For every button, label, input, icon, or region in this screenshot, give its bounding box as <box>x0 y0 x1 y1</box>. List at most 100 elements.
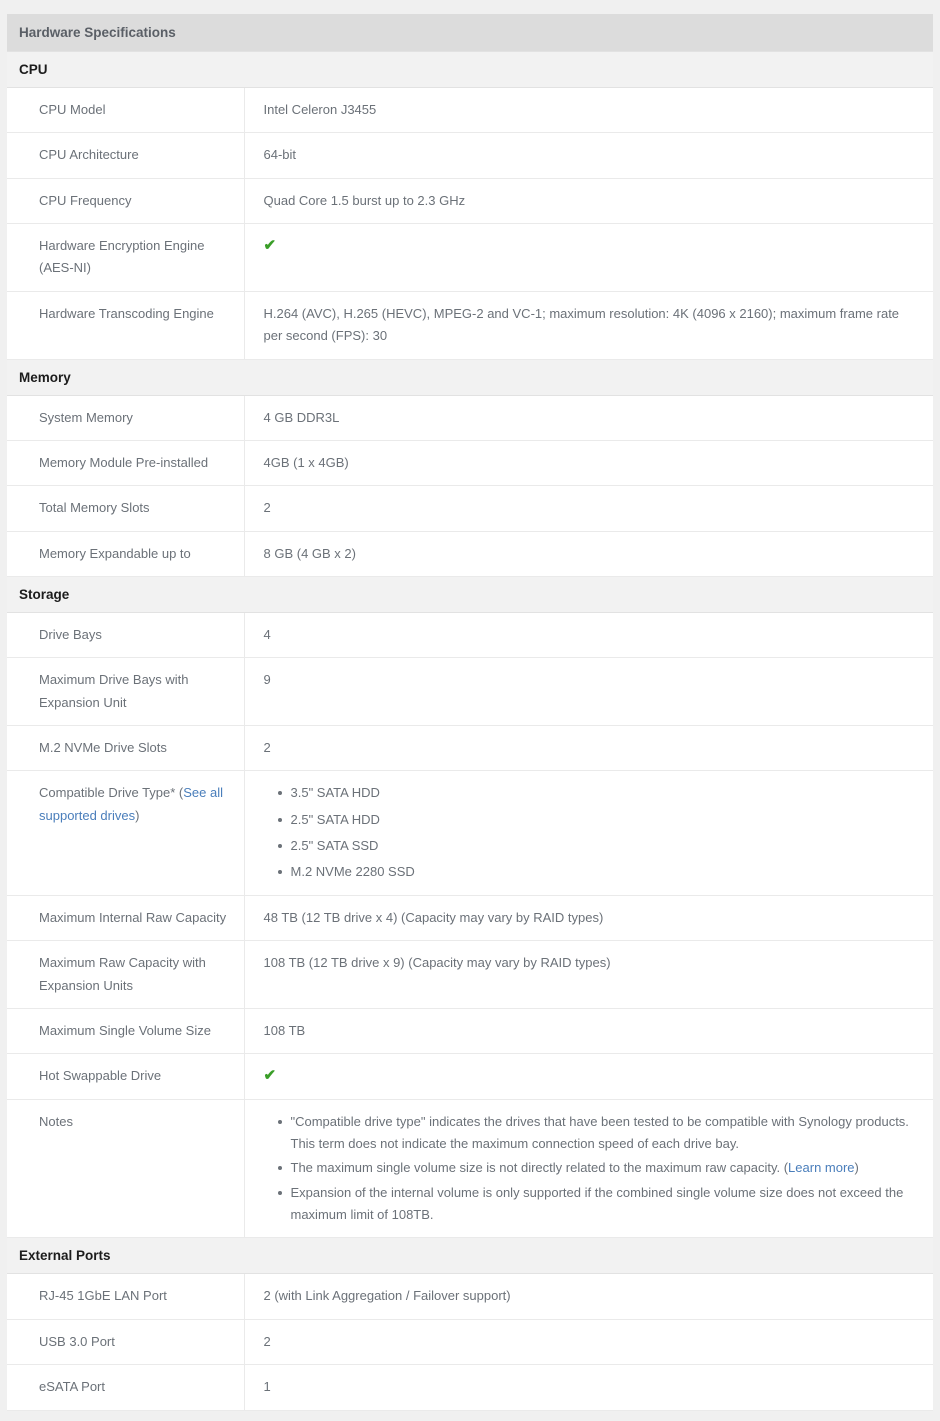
spec-value-cell: 4 <box>244 612 933 659</box>
spec-label: Compatible Drive Type* ( <box>39 785 184 801</box>
spec-value: 2 <box>263 500 271 516</box>
spec-label: CPU Model <box>39 102 106 117</box>
spec-label-cell: System Memory <box>7 395 245 441</box>
spec-value-cell: 108 TB (12 TB drive x 9) (Capacity may v… <box>244 940 933 1009</box>
spec-label-cell: Memory Module Pre-installed <box>7 440 245 487</box>
table-row: Hardware Transcoding Engine H.264 (AVC), … <box>7 291 933 360</box>
table-row: Maximum Single Volume Size 108 TB <box>7 1008 933 1055</box>
spec-label-cell: Compatible Drive Type* (See all supporte… <box>7 770 245 896</box>
spec-value: 108 TB <box>263 1022 306 1038</box>
notes-label: Notes <box>39 1113 73 1129</box>
spec-label: Maximum Raw Capacity with Expansion Unit… <box>39 955 206 993</box>
spec-value: 8 GB (4 GB x 2) <box>263 545 356 561</box>
spec-value-cell: 1 <box>244 1364 933 1411</box>
list-item: 3.5" SATA HDD <box>277 782 910 804</box>
table-row: System Memory 4 GB DDR3L <box>7 395 933 441</box>
spec-label: Maximum Internal Raw Capacity <box>39 909 227 925</box>
spec-label-cell: Memory Expandable up to <box>7 531 245 577</box>
spec-label-cell: eSATA Port <box>7 1364 245 1411</box>
spec-label-suffix: ) <box>135 807 140 823</box>
spec-label-cell: CPU Model <box>7 87 245 134</box>
spec-label: Maximum Single Volume Size <box>39 1022 211 1038</box>
spec-value-cell: 3.5" SATA HDD 2.5" SATA HDD 2.5" SATA SSD M… <box>244 770 933 896</box>
table-row: RJ-45 1GbE LAN Port 2 (with Link Aggregat… <box>7 1273 933 1320</box>
spec-value-cell: H.264 (AVC), H.265 (HEVC), MPEG-2 and VC… <box>244 291 933 360</box>
table-row: Maximum Drive Bays with Expansion Unit 9 <box>7 657 933 727</box>
spec-label: Memory Module Pre-installed <box>39 454 209 470</box>
check-icon: ✔ <box>263 237 277 255</box>
spec-label: CPU Frequency <box>39 192 132 208</box>
spec-value: 64-bit <box>263 147 297 163</box>
spec-value: 2 <box>263 740 271 756</box>
section-title: Memory <box>7 358 933 396</box>
check-icon: ✔ <box>263 1067 277 1085</box>
spec-label: RJ-45 1GbE LAN Port <box>39 1288 167 1304</box>
table-row: Compatible Drive Type* (See all supporte… <box>7 770 933 896</box>
list-item: 2.5" SATA SSD <box>277 835 910 857</box>
spec-label: Maximum Drive Bays with Expansion Unit <box>39 672 189 710</box>
learn-more-link[interactable]: Learn more <box>788 1160 854 1175</box>
note-text: "Compatible drive type" indicates the dr… <box>290 1113 909 1151</box>
spec-label: M.2 NVMe Drive Slots <box>39 740 167 756</box>
spec-value: 9 <box>263 672 271 688</box>
list-item: 2.5" SATA HDD <box>277 809 910 831</box>
spec-label-cell: Maximum Drive Bays with Expansion Unit <box>7 657 245 727</box>
table-row: CPU Frequency Quad Core 1.5 burst up to 2… <box>7 178 933 225</box>
section-header-row: CPU <box>7 51 933 88</box>
spec-label-cell: Hardware Transcoding Engine <box>7 291 245 360</box>
spec-label: Total Memory Slots <box>39 500 150 516</box>
spec-value-cell: 9 <box>244 657 933 727</box>
spec-value-cell: ✔ <box>244 1053 933 1100</box>
spec-value: 4GB (1 x 4GB) <box>263 454 349 470</box>
hardware-specifications-panel: Hardware Specifications CPU CPU Model Intel… <box>7 14 933 1411</box>
spec-value-cell: 4GB (1 x 4GB) <box>244 440 933 487</box>
spec-value-cell: Intel Celeron J3455 <box>244 87 933 134</box>
spec-value: H.264 (AVC), H.265 (HEVC), MPEG-2 and VC… <box>263 305 900 344</box>
section-header-row: External Ports <box>7 1237 933 1275</box>
spec-label: System Memory <box>39 409 133 425</box>
spec-value-cell: Quad Core 1.5 burst up to 2.3 GHz <box>244 178 933 225</box>
spec-value-cell: 2 <box>244 485 933 532</box>
spec-label-cell: Total Memory Slots <box>7 485 245 532</box>
spec-label: Hardware Transcoding Engine <box>39 305 214 321</box>
spec-label-cell: Hardware Encryption Engine (AES-NI) <box>7 223 245 292</box>
table-row: Hot Swappable Drive ✔ <box>7 1053 933 1100</box>
section-header-row: Memory <box>7 358 933 396</box>
spec-label-cell: CPU Architecture <box>7 132 245 179</box>
table-row: Hardware Encryption Engine (AES-NI) ✔ <box>7 223 933 292</box>
section-title: Storage <box>7 575 933 613</box>
notes-label-cell: Notes <box>7 1099 245 1239</box>
spec-value: 1 <box>263 1379 271 1395</box>
spec-value-cell: ✔ <box>244 223 933 292</box>
table-row: eSATA Port 1 <box>7 1364 933 1411</box>
note-item: Expansion of the internal volume is only… <box>277 1182 910 1227</box>
note-text: Expansion of the internal volume is only… <box>290 1184 904 1223</box>
spec-label: CPU Architecture <box>39 147 139 163</box>
spec-value-cell: 2 (with Link Aggregation / Failover supp… <box>244 1273 933 1320</box>
spec-value: Intel Celeron J3455 <box>263 102 377 117</box>
spec-label: Hardware Encryption Engine (AES-NI) <box>39 238 205 276</box>
spec-value-cell: 48 TB (12 TB drive x 4) (Capacity may va… <box>244 895 933 942</box>
spec-label: eSATA Port <box>39 1379 105 1395</box>
table-row: Memory Expandable up to 8 GB (4 GB x 2) <box>7 531 933 577</box>
spec-value-cell: 64-bit <box>244 132 933 179</box>
spec-value: 4 <box>263 626 271 642</box>
spec-value: 108 TB (12 TB drive x 9) (Capacity may v… <box>263 955 611 971</box>
spec-value-cell: 108 TB <box>244 1008 933 1055</box>
spec-label: Drive Bays <box>39 626 102 642</box>
notes-row: Notes "Compatible drive type" indicates t… <box>7 1099 933 1239</box>
spec-value: 4 GB DDR3L <box>263 409 340 425</box>
panel-header-row: Hardware Specifications <box>7 14 933 52</box>
spec-label-cell: Drive Bays <box>7 612 245 659</box>
spec-label-cell: Maximum Single Volume Size <box>7 1008 245 1055</box>
section-title: CPU <box>7 51 933 88</box>
spec-value: 48 TB (12 TB drive x 4) (Capacity may va… <box>263 909 604 925</box>
spec-label-cell: RJ-45 1GbE LAN Port <box>7 1273 245 1320</box>
spec-value: 2 <box>263 1333 271 1349</box>
value-list: 3.5" SATA HDD 2.5" SATA HDD 2.5" SATA SSD M… <box>264 782 910 883</box>
spec-value: 2 (with Link Aggregation / Failover supp… <box>263 1288 511 1304</box>
section-header-row: Storage <box>7 575 933 613</box>
spec-label-cell: Maximum Raw Capacity with Expansion Unit… <box>7 940 245 1009</box>
spec-label-cell: CPU Frequency <box>7 178 245 225</box>
spec-label-cell: Maximum Internal Raw Capacity <box>7 895 245 942</box>
